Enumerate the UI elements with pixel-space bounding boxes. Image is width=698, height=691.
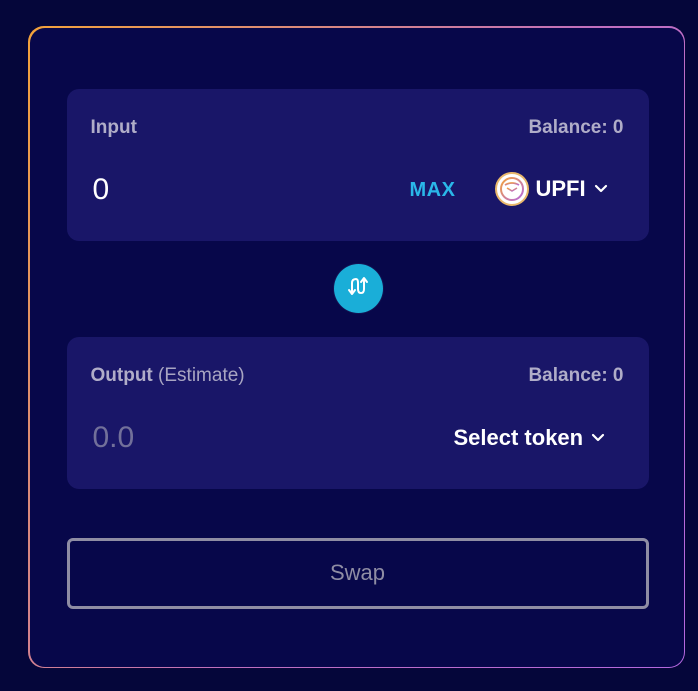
swap-card-frame: Input Balance: 0 MAX — [28, 26, 685, 668]
output-balance: Balance: 0 — [528, 364, 624, 386]
output-label-suffix: (Estimate) — [158, 364, 245, 386]
chevron-down-icon — [591, 433, 605, 443]
swap-button[interactable]: Swap — [66, 537, 649, 609]
input-token-selector[interactable]: UPFI — [494, 171, 608, 206]
output-panel: Output (Estimate) Balance: 0 0.0 Select … — [66, 336, 649, 489]
output-token-selector[interactable]: Select token — [454, 425, 606, 451]
select-token-label: Select token — [453, 424, 584, 450]
swap-arrows-icon — [345, 275, 371, 302]
input-panel: Input Balance: 0 MAX — [66, 88, 649, 241]
output-label-text: Output — [90, 364, 153, 386]
upfi-token-icon — [494, 171, 529, 206]
max-button[interactable]: MAX — [410, 179, 456, 202]
input-balance: Balance: 0 — [528, 116, 624, 138]
swap-card: Input Balance: 0 MAX — [29, 27, 684, 667]
swap-direction-button[interactable] — [333, 263, 383, 313]
input-amount-field[interactable] — [92, 172, 353, 207]
output-amount-field[interactable]: 0.0 — [93, 421, 353, 455]
output-label: Output (Estimate) — [91, 365, 245, 387]
chevron-down-icon — [594, 184, 608, 194]
input-label: Input — [90, 116, 137, 138]
input-token-symbol: UPFI — [535, 175, 586, 201]
